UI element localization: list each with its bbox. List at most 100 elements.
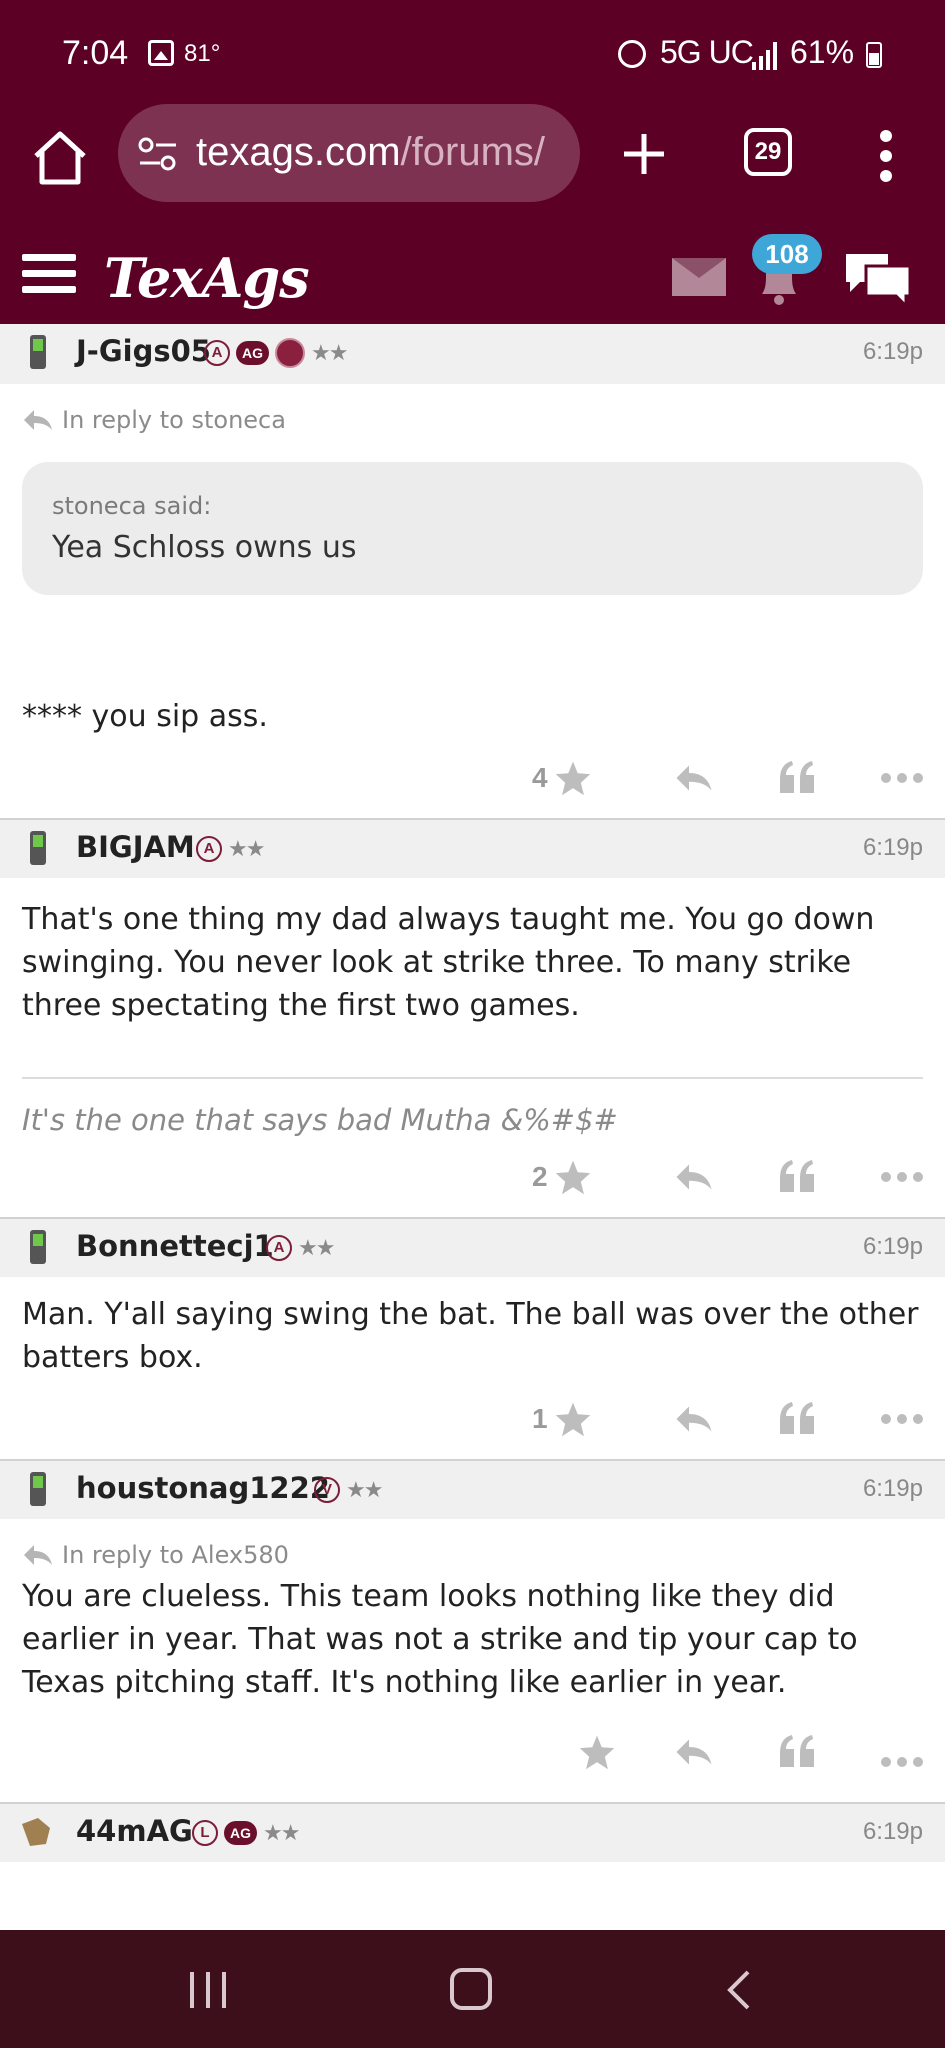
site-header: TexAgs 108 [0,228,945,324]
url-domain: texags.com [196,130,401,174]
post-body: In reply to Alex580 You are clueless. Th… [0,1519,945,1802]
post-time: 6:19p [862,834,923,861]
post-text: That's one thing my dad always taught me… [22,902,875,1023]
like-count: 1 [532,1403,548,1434]
post-actions: 1 [22,1379,923,1459]
mobile-phone-icon [30,1472,46,1506]
user-badges: A AG ★★ [204,338,348,368]
star-icon [555,761,590,796]
post-text: Man. Y'all saying swing the bat. The bal… [22,1297,919,1375]
image-notification-icon [148,40,174,66]
post-body: Man. Y'all saying swing the bat. The bal… [0,1277,945,1459]
status-temperature: 81° [184,40,221,67]
site-settings-icon[interactable] [138,136,178,172]
user-badges: L AG ★★ [192,1818,300,1848]
rating-stars-icon: ★★ [346,1477,383,1503]
post-header: BIGJAM A ★★ 6:19p [0,818,945,878]
chat-icon[interactable] [842,248,914,310]
rating-stars-icon: ★★ [298,1235,335,1261]
like-button[interactable]: 1 [532,1397,592,1441]
post-username[interactable]: houstonag1222 [76,1471,330,1505]
star-icon [579,1735,615,1770]
rating-stars-icon: ★★ [311,340,348,366]
post-text: You are clueless. This team looks nothin… [22,1579,858,1700]
status-time: 7:04 [62,34,129,72]
post-actions: 2 [22,1137,923,1217]
post-header: J-Gigs05 A AG ★★ 6:19p [0,324,945,384]
reply-to-text: In reply to stoneca [62,406,286,434]
more-options-icon[interactable] [874,128,898,184]
post-text: **** you sip ass. [22,699,268,734]
tab-switcher-button[interactable]: 29 [744,128,792,176]
status-bar: 7:04 81° 5G UC 61% [0,0,945,100]
quote-icon[interactable] [778,756,816,800]
reply-icon[interactable] [674,1397,714,1441]
post-username[interactable]: 44mAG [76,1814,193,1848]
back-icon[interactable] [720,1968,760,2012]
url-text[interactable]: texags.com/forums/ [196,130,545,175]
post-feed: J-Gigs05 A AG ★★ 6:19p In reply to stone… [0,324,945,1862]
hamburger-menu-icon[interactable] [22,252,78,296]
post-time: 6:19p [862,1818,923,1845]
recent-apps-icon[interactable] [188,1970,228,2010]
alarm-icon [618,40,646,68]
more-actions-icon[interactable] [880,1740,924,1784]
post-time: 6:19p [862,1233,923,1260]
mobile-phone-icon [30,831,46,865]
mail-icon[interactable] [672,258,726,296]
home-icon[interactable] [30,130,90,186]
post-time: 6:19p [862,338,923,365]
post-username[interactable]: BIGJAM [76,830,195,864]
badge-a: A [204,340,230,366]
signal-icon [752,40,782,70]
like-count: 2 [532,1161,548,1192]
battery-icon [866,42,882,68]
post-header: Bonnettecj1 A ★★ 6:19p [0,1217,945,1277]
status-battery-percent: 61% [790,34,855,70]
post-username[interactable]: J-Gigs05 [76,334,211,368]
post-header: 44mAG L AG ★★ 6:19p [0,1802,945,1862]
home-nav-icon[interactable] [450,1968,492,2010]
new-tab-icon[interactable] [620,130,668,178]
mobile-phone-icon [30,335,46,369]
like-button[interactable] [578,1730,616,1774]
post-username[interactable]: Bonnettecj1 [76,1229,274,1263]
quote-icon[interactable] [778,1397,816,1441]
quote-icon[interactable] [778,1155,816,1199]
more-actions-icon[interactable] [880,1397,924,1441]
like-button[interactable]: 2 [532,1155,592,1199]
reply-icon[interactable] [674,1155,714,1199]
reply-to-link[interactable]: In reply to Alex580 [22,1519,923,1569]
avatar-icon [22,1818,50,1846]
more-actions-icon[interactable] [880,756,924,800]
star-icon [555,1160,590,1195]
rating-stars-icon: ★★ [228,836,265,862]
reply-icon[interactable] [674,756,714,800]
url-path: /forums/ [400,130,546,174]
quote-box: stoneca said: Yea Schloss owns us [22,462,923,595]
post-actions: 4 [22,738,923,818]
quote-icon[interactable] [778,1730,816,1774]
seal-badge-icon [275,338,305,368]
mobile-phone-icon [30,1230,46,1264]
badge-a: A [196,836,222,862]
site-logo[interactable]: TexAgs [104,246,310,310]
notification-count-badge[interactable]: 108 [752,234,822,274]
badge-ag: AG [236,341,269,365]
more-actions-icon[interactable] [880,1155,924,1199]
quote-author: stoneca said: [52,492,212,520]
star-icon [555,1402,590,1437]
post-header: houstonag1222 V ★★ 6:19p [0,1459,945,1519]
reply-icon[interactable] [674,1730,714,1774]
like-count: 4 [532,762,548,793]
rating-stars-icon: ★★ [263,1820,300,1846]
url-bar[interactable]: texags.com/forums/ [118,104,580,202]
status-network: 5G UC [660,34,754,70]
post-actions [22,1704,923,1802]
reply-to-link[interactable]: In reply to stoneca [22,384,923,434]
badge-v: V [314,1477,340,1503]
badge-ag: AG [224,1821,257,1845]
user-badges: V ★★ [314,1475,383,1505]
like-button[interactable]: 4 [532,756,592,800]
reply-arrow-icon [24,410,52,430]
